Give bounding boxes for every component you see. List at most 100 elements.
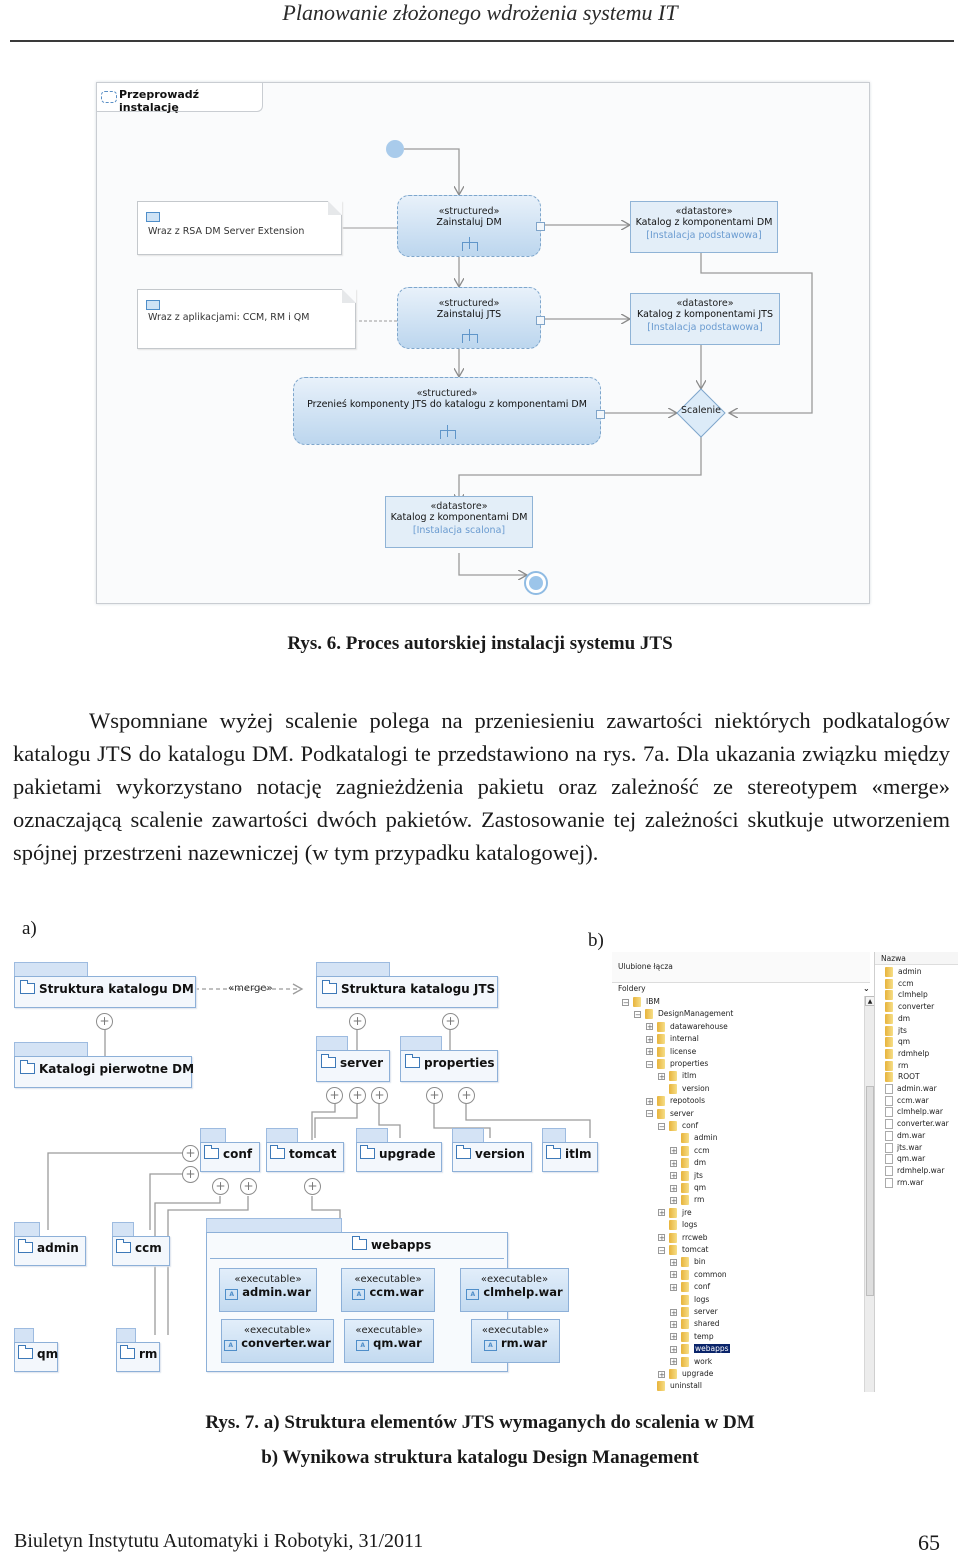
collapse-icon[interactable]: − <box>634 1010 641 1018</box>
list-item-file[interactable]: ccm.war <box>885 1095 929 1107</box>
tree-item[interactable]: − conf <box>658 1120 698 1132</box>
expand-icon[interactable]: + <box>646 1035 653 1043</box>
containment-icon: + <box>442 1013 459 1030</box>
list-item-folder[interactable]: ccm <box>885 978 914 990</box>
folder-icon <box>116 1239 131 1253</box>
collapse-icon[interactable]: − <box>658 1122 665 1130</box>
collapse-icon[interactable]: − <box>658 1246 665 1254</box>
tree-item[interactable]: + server <box>670 1306 718 1318</box>
tree-item[interactable]: − properties <box>646 1058 708 1070</box>
list-item-folder[interactable]: rdmhelp <box>885 1048 929 1060</box>
list-item-folder[interactable]: ROOT <box>885 1071 920 1083</box>
file-icon <box>885 1165 893 1176</box>
tree-item[interactable]: version <box>658 1083 709 1095</box>
tree-item[interactable]: uninstall <box>646 1380 702 1392</box>
list-item-file[interactable]: rdmhelp.war <box>885 1165 944 1177</box>
expand-icon[interactable]: + <box>670 1159 677 1167</box>
folder-icon <box>885 1037 893 1048</box>
expand-icon[interactable]: + <box>658 1072 665 1080</box>
list-item-file[interactable]: converter.war <box>885 1118 949 1130</box>
expand-icon[interactable]: + <box>646 1023 653 1031</box>
expand-icon[interactable]: + <box>646 1097 653 1105</box>
containment-icon: + <box>182 1145 199 1162</box>
tree-item[interactable]: + common <box>670 1269 727 1281</box>
tree-item-label: license <box>670 1046 697 1056</box>
tree-item[interactable]: + jre <box>658 1207 692 1219</box>
tree-item[interactable]: − IBM <box>622 996 660 1008</box>
expand-icon[interactable]: + <box>670 1147 677 1155</box>
tree-item[interactable]: logs <box>658 1219 697 1231</box>
list-item-file[interactable]: dm.war <box>885 1130 925 1142</box>
list-item-folder[interactable]: rm <box>885 1060 908 1072</box>
expand-icon[interactable]: + <box>670 1196 677 1204</box>
list-item-file[interactable]: rm.war <box>885 1177 923 1189</box>
tree-item[interactable]: + bin <box>670 1256 706 1268</box>
list-item-folder[interactable]: jts <box>885 1025 907 1037</box>
expand-icon[interactable]: + <box>670 1345 677 1353</box>
list-item-file[interactable]: jts.war <box>885 1142 922 1154</box>
expand-icon[interactable]: + <box>670 1358 677 1366</box>
expand-icon[interactable]: + <box>646 1048 653 1056</box>
list-item-file[interactable]: clmhelp.war <box>885 1106 943 1118</box>
tree-item[interactable]: + rm <box>670 1194 704 1206</box>
tree-item[interactable]: + internal <box>646 1033 699 1045</box>
list-item-folder[interactable]: converter <box>885 1001 934 1013</box>
expand-icon[interactable]: + <box>670 1184 677 1192</box>
folder-icon <box>681 1282 689 1293</box>
package-dm-original: Katalogi pierwotne DM <box>14 1042 194 1088</box>
collapse-icon[interactable]: − <box>646 1110 653 1118</box>
tree-item-label: server <box>670 1108 694 1118</box>
expand-icon[interactable]: + <box>658 1209 665 1217</box>
tree-item[interactable]: + license <box>646 1046 696 1058</box>
expand-icon[interactable]: + <box>658 1370 665 1378</box>
tree-item[interactable]: + repotools <box>646 1095 705 1107</box>
scroll-thumb[interactable] <box>866 1086 874 1296</box>
tree-item[interactable]: + work <box>670 1356 712 1368</box>
expand-icon[interactable]: + <box>670 1320 677 1328</box>
tree-item-label: qm <box>694 1183 707 1192</box>
collapse-icon[interactable]: − <box>646 1060 653 1068</box>
list-item-folder[interactable]: qm <box>885 1036 910 1048</box>
tree-item[interactable]: + itlm <box>658 1070 696 1082</box>
tree-item[interactable]: + rrcweb <box>658 1232 708 1244</box>
tree-item[interactable]: + temp <box>670 1331 714 1343</box>
datastore-dm-basic: «datastore» Katalog z komponentami DM [I… <box>630 201 778 253</box>
tree-item[interactable]: + qm <box>670 1182 706 1194</box>
expand-icon[interactable]: + <box>670 1308 677 1316</box>
tree-item[interactable]: logs <box>670 1294 709 1306</box>
tree-item[interactable]: + upgrade <box>658 1368 713 1380</box>
collapse-icon[interactable]: − <box>622 998 629 1006</box>
expand-icon[interactable]: + <box>670 1172 677 1180</box>
tree-item[interactable]: − server <box>646 1108 694 1120</box>
tree-item[interactable]: admin <box>670 1132 718 1144</box>
list-item-folder[interactable]: admin <box>885 966 922 978</box>
figure7-caption-line1: Rys. 7. a) Struktura elementów JTS wymag… <box>205 1412 755 1433</box>
tree-item[interactable]: − tomcat <box>658 1244 709 1256</box>
tree-item[interactable]: + jts <box>670 1170 703 1182</box>
tree-item[interactable]: + conf <box>670 1281 710 1293</box>
column-header-name[interactable]: Nazwa <box>875 952 958 965</box>
tree-item[interactable]: + dm <box>670 1157 706 1169</box>
list-item-folder[interactable]: dm <box>885 1013 910 1025</box>
expand-icon[interactable]: + <box>670 1271 677 1279</box>
expand-icon[interactable]: + <box>658 1234 665 1242</box>
tree-item[interactable]: + webapps <box>670 1343 730 1355</box>
body-paragraph: Wspomniane wyżej scalenie polega na prze… <box>13 708 950 865</box>
list-item-label: rm.war <box>897 1177 924 1187</box>
tree-item-label: logs <box>682 1220 698 1230</box>
list-item-file[interactable]: qm.war <box>885 1153 925 1165</box>
output-pin <box>536 316 545 325</box>
expand-icon[interactable]: + <box>670 1333 677 1341</box>
package-ccm: ccm <box>112 1222 170 1266</box>
package-admin: admin <box>14 1222 86 1266</box>
expand-icon[interactable]: + <box>670 1258 677 1266</box>
tree-item[interactable]: + ccm <box>670 1145 710 1157</box>
list-item-file[interactable]: admin.war <box>885 1083 937 1095</box>
expand-icon[interactable]: + <box>670 1283 677 1291</box>
figure7b-label: b) <box>588 930 604 951</box>
tree-item[interactable]: + shared <box>670 1318 720 1330</box>
folder-icon <box>669 1121 677 1131</box>
list-item-folder[interactable]: clmhelp <box>885 989 928 1001</box>
tree-item[interactable]: + datawarehouse <box>646 1021 728 1033</box>
tree-item[interactable]: − DesignManagement <box>634 1008 733 1020</box>
